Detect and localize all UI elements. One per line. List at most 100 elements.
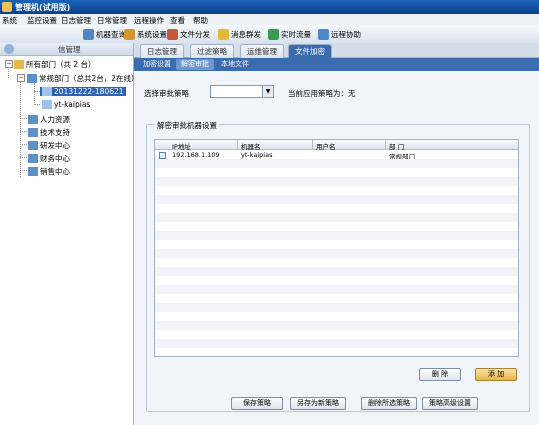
current-strategy: 当前应用策略为：无 — [288, 88, 356, 99]
empty-row — [155, 240, 518, 249]
department-icon — [28, 141, 38, 150]
toolbar: 机器查询 系统设置 文件分发 消息群发 实时流量 远程协助 — [0, 25, 539, 44]
empty-row — [155, 303, 518, 312]
tree-computer-2[interactable]: yt-kaipias — [42, 100, 90, 109]
realtime-traffic-label: 实时流量 — [281, 29, 311, 39]
expand-dept-toggle[interactable]: − — [17, 74, 25, 82]
empty-row — [155, 267, 518, 276]
menu-bar: 系统 监控设置 日志管理 日常管理 远程操作 查看 帮助 — [0, 14, 539, 25]
search-computer-icon — [83, 28, 94, 40]
tab-local-files[interactable]: 本地文件 — [216, 59, 254, 70]
tab-file-encryption[interactable]: 文件加密 — [288, 44, 332, 58]
col-user[interactable]: 用户名 — [316, 141, 336, 151]
tree-dept-rd-label: 研发中心 — [40, 141, 70, 150]
empty-row — [155, 285, 518, 294]
tree-computer-2-label: yt-kaipias — [54, 100, 91, 109]
empty-row — [155, 231, 518, 240]
row-checkbox[interactable] — [159, 152, 166, 159]
col-dept[interactable]: 部 门 — [389, 141, 404, 151]
panel-icon — [4, 44, 14, 54]
machine-query-label: 机器查询 — [96, 29, 126, 39]
cell-ip: 192.168.1.109 — [172, 151, 220, 159]
strategy-label: 选择审批策略 — [144, 89, 189, 98]
chevron-down-icon[interactable]: ▼ — [262, 86, 273, 97]
add-button[interactable]: 添 加 — [475, 368, 517, 381]
department-icon — [28, 128, 38, 137]
tree-dept-sales[interactable]: 销售中心 — [28, 166, 70, 177]
tab-filter-strategy[interactable]: 过滤策略 — [190, 44, 234, 58]
tree-dept-tech[interactable]: 技术支持 — [28, 127, 70, 138]
file-distribute-label: 文件分发 — [180, 29, 210, 39]
col-ip[interactable]: IP地址 — [172, 141, 191, 151]
tree-dept-hr[interactable]: 人力资源 — [28, 114, 70, 125]
system-settings-button[interactable]: 系统设置 — [124, 28, 167, 40]
left-panel: 信管理 − 所有部门（共 2 台） − 常规部门（总共2台，2在线） 20131… — [0, 43, 139, 425]
tree-dept-finance-label: 财务中心 — [40, 154, 70, 163]
tree-root[interactable]: 所有部门（共 2 台） — [14, 59, 96, 70]
message-broadcast-label: 消息群发 — [231, 29, 261, 39]
file-distribute-icon — [167, 28, 178, 40]
department-icon — [28, 167, 38, 176]
tree-computer-1[interactable]: 20131222-180621 — [40, 87, 126, 96]
machine-table: IP地址 机器名 用户名 部 门 192.168.1.109 yt-kaipia… — [154, 139, 519, 357]
tree-dept-label: 常规部门（总共2台，2在线） — [39, 74, 139, 83]
tab-log-management[interactable]: 日志管理 — [140, 44, 184, 58]
delete-selected-strategy-button[interactable]: 删除所选策略 — [361, 397, 417, 410]
tab-ops-management[interactable]: 运维管理 — [240, 44, 284, 58]
remote-assist-label: 远程协助 — [331, 29, 361, 39]
department-icon — [28, 115, 38, 124]
current-strategy-value: 无 — [348, 89, 356, 98]
strategy-advanced-settings-button[interactable]: 策略高级设置 — [422, 397, 478, 410]
expand-root-toggle[interactable]: − — [5, 60, 13, 68]
cell-machine: yt-kaipias — [241, 151, 273, 159]
tree-root-label: 所有部门（共 2 台） — [26, 60, 96, 69]
tab-decryption-approval[interactable]: 解密审批 — [176, 59, 214, 70]
empty-row — [155, 213, 518, 222]
department-icon — [27, 74, 37, 83]
tree-dept-finance[interactable]: 财务中心 — [28, 153, 70, 164]
empty-row — [155, 321, 518, 330]
message-icon — [218, 28, 229, 40]
tree-dept-sales-label: 销售中心 — [40, 167, 70, 176]
computer-icon — [42, 87, 52, 96]
empty-row — [155, 258, 518, 267]
delete-button[interactable]: 删 除 — [419, 368, 461, 381]
remote-assist-button[interactable]: 远程协助 — [318, 28, 361, 40]
main-tabs: 日志管理 过滤策略 运维管理 文件加密 — [134, 43, 539, 58]
empty-row — [155, 168, 518, 177]
computer-icon — [42, 100, 52, 109]
save-as-new-strategy-button[interactable]: 另存为新策略 — [290, 397, 346, 410]
content-area: 选择审批策略 ▼ 当前应用策略为：无 解密审批机器设置 IP地址 机器名 用户名… — [134, 71, 539, 425]
tree-dept-rd[interactable]: 研发中心 — [28, 140, 70, 151]
app-icon — [2, 2, 12, 12]
file-distribute-button[interactable]: 文件分发 — [167, 28, 210, 40]
current-strategy-label: 当前应用策略为： — [288, 89, 348, 98]
message-broadcast-button[interactable]: 消息群发 — [218, 28, 261, 40]
empty-row — [155, 177, 518, 186]
window-title: 管理机(试用版) — [15, 3, 71, 12]
table-row[interactable]: 192.168.1.109 yt-kaipias 常规部门 — [155, 150, 518, 161]
system-settings-label: 系统设置 — [137, 29, 167, 39]
strategy-select[interactable]: ▼ — [210, 85, 274, 98]
empty-row — [155, 330, 518, 339]
empty-row — [155, 339, 518, 348]
empty-row — [155, 159, 518, 168]
save-strategy-button[interactable]: 保存策略 — [231, 397, 283, 410]
empty-row — [155, 249, 518, 258]
sub-tabs: 加密设置 解密审批 本地文件 — [134, 58, 539, 71]
building-icon — [14, 60, 24, 69]
tree-dept-hr-label: 人力资源 — [40, 115, 70, 124]
machine-query-button[interactable]: 机器查询 — [83, 28, 126, 40]
group-title: 解密审批机器设置 — [155, 120, 219, 131]
empty-row — [155, 186, 518, 195]
empty-row — [155, 276, 518, 285]
empty-row — [155, 204, 518, 213]
tab-encryption-settings[interactable]: 加密设置 — [138, 59, 176, 70]
empty-row — [155, 195, 518, 204]
department-icon — [28, 154, 38, 163]
empty-row — [155, 222, 518, 231]
realtime-traffic-button[interactable]: 实时流量 — [268, 28, 311, 40]
tree-dept-general[interactable]: 常规部门（总共2台，2在线） — [27, 73, 139, 84]
table-header: IP地址 机器名 用户名 部 门 — [155, 140, 518, 151]
col-machine[interactable]: 机器名 — [241, 141, 261, 151]
